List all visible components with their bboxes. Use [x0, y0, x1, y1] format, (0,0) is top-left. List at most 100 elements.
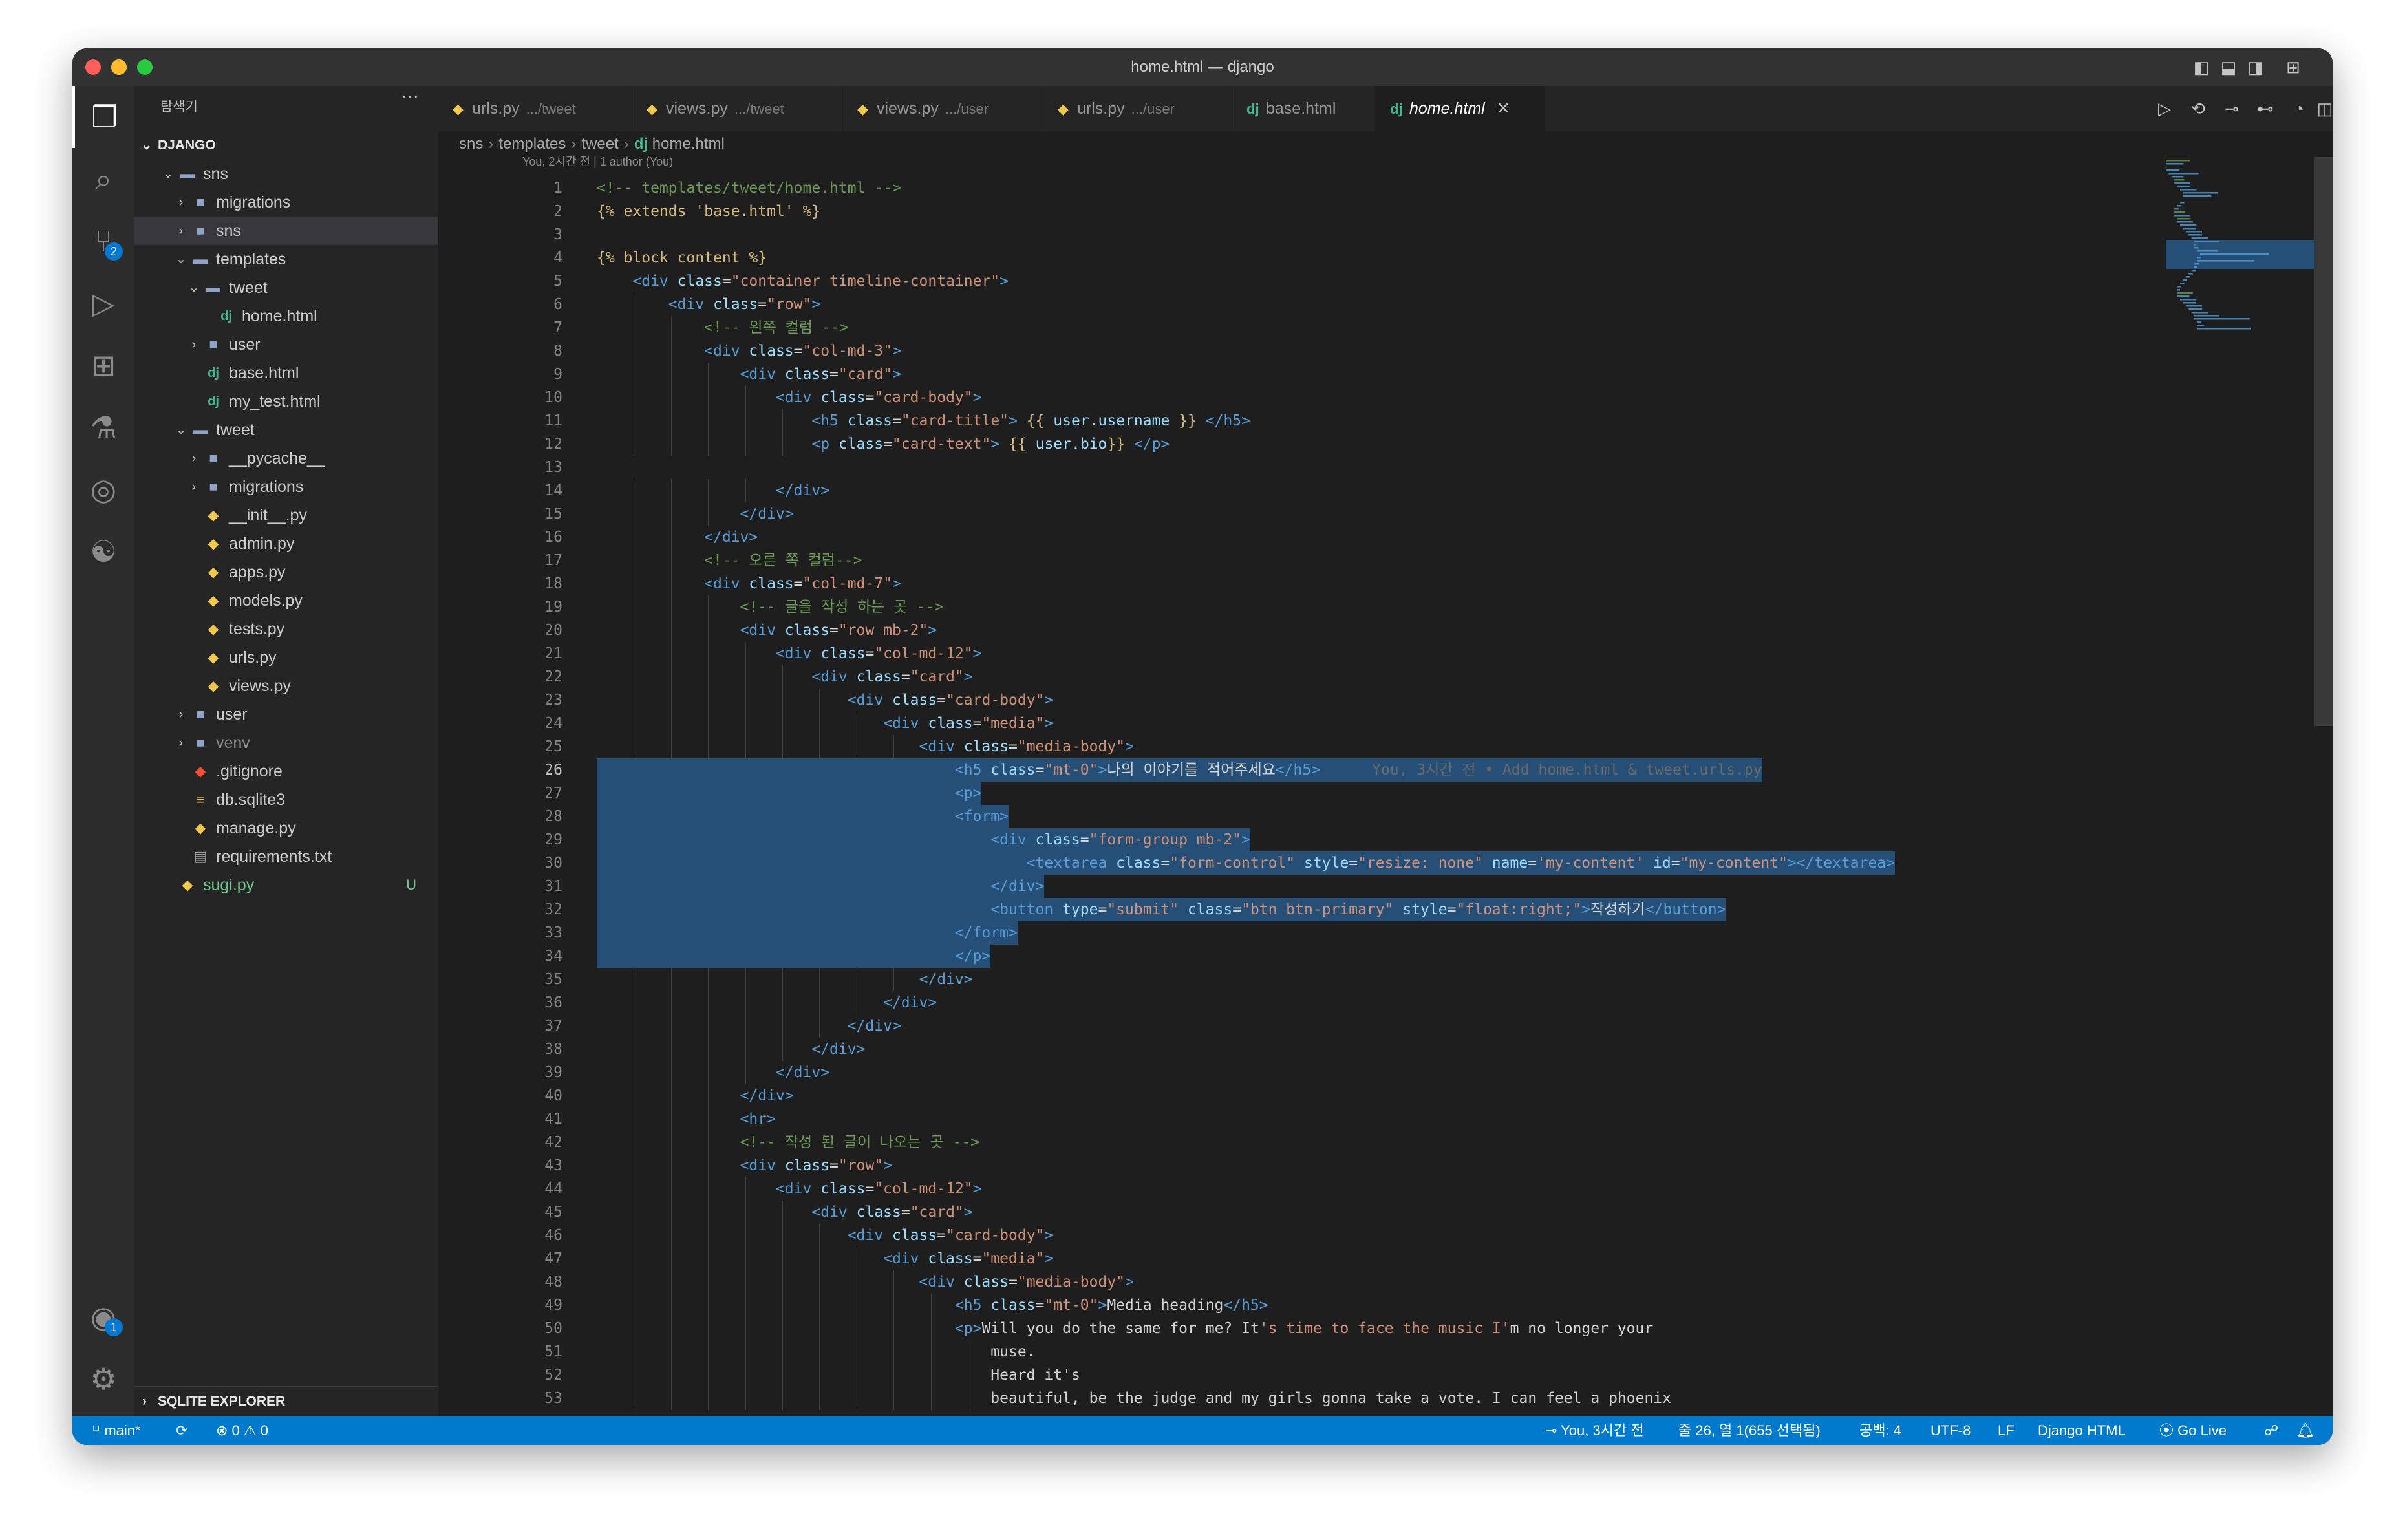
- notifications-bell-icon[interactable]: 🔔︎: [2296, 1416, 2314, 1445]
- branch-status[interactable]: ⑂ main*: [92, 1416, 141, 1445]
- indentation-status[interactable]: 공백: 4: [1859, 1416, 1901, 1445]
- code-line[interactable]: 33 </form>: [438, 921, 2242, 945]
- code-line[interactable]: 9 <div class="card">: [438, 363, 2242, 386]
- editor-tab[interactable]: dj base.html: [1232, 86, 1376, 131]
- run-icon[interactable]: ▷: [2153, 99, 2176, 118]
- run-debug-icon[interactable]: ▷: [72, 272, 134, 334]
- code-line[interactable]: 3: [438, 223, 2242, 246]
- tree-item[interactable]: ◆ manage.py: [134, 814, 438, 842]
- breadcrumb-item[interactable]: sns: [459, 135, 483, 153]
- tree-item[interactable]: › ■ migrations: [134, 188, 438, 217]
- code-line[interactable]: 21 <div class="col-md-12">: [438, 642, 2242, 665]
- chevron-right-icon[interactable]: ›: [175, 188, 187, 217]
- tree-item[interactable]: ⌄ ▬ sns: [134, 160, 438, 188]
- code-line[interactable]: 10 <div class="card-body">: [438, 386, 2242, 409]
- code-line[interactable]: 12 <p class="card-text"> {{ user.bio}} <…: [438, 433, 2242, 456]
- code-line[interactable]: 52 Heard it's: [438, 1364, 2242, 1387]
- tree-item[interactable]: ≡ db.sqlite3: [134, 786, 438, 814]
- code-line[interactable]: 50 <p>Will you do the same for me? It's …: [438, 1317, 2242, 1340]
- tree-item[interactable]: › ■ sns: [134, 217, 438, 245]
- editor-tab[interactable]: dj home.html ✕: [1376, 86, 1545, 131]
- code-line[interactable]: 27 <p>: [438, 782, 2242, 805]
- code-line[interactable]: 26 <h5 class="mt-0">나의 이야기를 적어주세요</h5> Yo…: [438, 758, 2242, 782]
- open-changes-icon[interactable]: ⟲: [2186, 99, 2210, 118]
- eol-status[interactable]: LF: [1998, 1416, 2015, 1445]
- code-line[interactable]: 28 <form>: [438, 805, 2242, 828]
- sync-icon[interactable]: ⟳: [176, 1416, 187, 1445]
- code-line[interactable]: 37 </div>: [438, 1014, 2242, 1038]
- toggle-sidebar-icon[interactable]: ◧: [2192, 58, 2211, 77]
- code-line[interactable]: 2 {% extends 'base.html' %}: [438, 200, 2242, 223]
- code-line[interactable]: 22 <div class="card">: [438, 665, 2242, 689]
- editor-tab[interactable]: ◆ urls.py .../tweet: [438, 86, 632, 131]
- code-line[interactable]: 5 <div class="container timeline-contain…: [438, 270, 2242, 293]
- tree-item[interactable]: › ■ __pycache__: [134, 444, 438, 473]
- code-line[interactable]: 24 <div class="media">: [438, 712, 2242, 735]
- code-line[interactable]: 23 <div class="card-body">: [438, 689, 2242, 712]
- toggle-panel-icon[interactable]: ⬓: [2219, 58, 2238, 77]
- toggle-secondary-sidebar-icon[interactable]: ◨: [2246, 58, 2265, 77]
- code-line[interactable]: 11 <h5 class="card-title"> {{ user.usern…: [438, 409, 2242, 433]
- tree-item[interactable]: › ■ user: [134, 700, 438, 729]
- tree-item[interactable]: ◆ .gitignore: [134, 757, 438, 786]
- code-line[interactable]: 38 </div>: [438, 1038, 2242, 1061]
- code-line[interactable]: 14 </div>: [438, 479, 2242, 502]
- code-line[interactable]: 1 <!-- templates/tweet/home.html -->: [438, 176, 2242, 200]
- tree-item[interactable]: ◆ tests.py: [134, 615, 438, 643]
- chevron-right-icon[interactable]: ›: [187, 444, 200, 473]
- tree-item[interactable]: ◆ urls.py: [134, 643, 438, 672]
- tree-item[interactable]: ◆ admin.py: [134, 529, 438, 558]
- breadcrumb-item[interactable]: templates: [498, 135, 566, 153]
- code-line[interactable]: 30 <textarea class="form-control" style=…: [438, 851, 2242, 875]
- minimap[interactable]: [2166, 157, 2314, 545]
- scrollbar-thumb[interactable]: [2314, 157, 2333, 726]
- chevron-right-icon[interactable]: ›: [175, 700, 187, 729]
- code-line[interactable]: 46 <div class="card-body">: [438, 1224, 2242, 1247]
- tree-item[interactable]: ◆ models.py: [134, 586, 438, 615]
- editor-tab[interactable]: ◆ views.py .../user: [843, 86, 1043, 131]
- code-line[interactable]: 4 {% block content %}: [438, 246, 2242, 270]
- next-change-icon[interactable]: ⊷: [2254, 99, 2277, 118]
- chevron-right-icon[interactable]: ›: [187, 330, 200, 359]
- tree-item[interactable]: ⌄ ▬ templates: [134, 245, 438, 273]
- git-graph-icon[interactable]: ◎: [72, 458, 134, 520]
- tree-item[interactable]: dj my_test.html: [134, 387, 438, 416]
- tree-item[interactable]: › ■ migrations: [134, 473, 438, 501]
- editor-tab[interactable]: ◆ urls.py .../user: [1043, 86, 1232, 131]
- encoding-status[interactable]: UTF-8: [1930, 1416, 1971, 1445]
- tree-item[interactable]: ◆ __init__.py: [134, 501, 438, 529]
- code-line[interactable]: 13: [438, 456, 2242, 479]
- cursor-position[interactable]: 줄 26, 열 1(655 선택됨): [1678, 1416, 1821, 1445]
- explorer-icon[interactable]: ❐: [72, 86, 134, 148]
- breadcrumb-item[interactable]: tweet: [581, 135, 618, 153]
- breadcrumb-item[interactable]: home.html: [652, 135, 725, 153]
- code-line[interactable]: 34 </p>: [438, 945, 2242, 968]
- code-line[interactable]: 47 <div class="media">: [438, 1247, 2242, 1270]
- tree-item[interactable]: ◆ apps.py: [134, 558, 438, 586]
- code-line[interactable]: 39 </div>: [438, 1061, 2242, 1084]
- chevron-right-icon[interactable]: ›: [187, 473, 200, 501]
- code-line[interactable]: 16 </div>: [438, 526, 2242, 549]
- tree-item[interactable]: › ■ user: [134, 330, 438, 359]
- testing-icon[interactable]: ⚗: [72, 396, 134, 458]
- code-line[interactable]: 48 <div class="media-body">: [438, 1270, 2242, 1294]
- tree-item[interactable]: dj home.html: [134, 302, 438, 330]
- source-control-icon[interactable]: ⑂ 2: [72, 210, 134, 272]
- workspace-section-header[interactable]: ⌄ DJANGO: [134, 133, 438, 158]
- more-actions-icon[interactable]: ···: [401, 86, 419, 107]
- settings-gear-icon[interactable]: ⚙: [72, 1348, 134, 1410]
- tree-item[interactable]: ◆ views.py: [134, 672, 438, 700]
- customize-layout-icon[interactable]: ⊞: [2283, 58, 2303, 77]
- blame-status[interactable]: ⊸ You, 3시간 전: [1545, 1416, 1644, 1445]
- code-line[interactable]: 19 <!-- 글을 작성 하는 곳 -->: [438, 595, 2242, 619]
- problems-status[interactable]: ⊗ 0 ⚠ 0: [216, 1416, 268, 1445]
- tree-item[interactable]: › ■ venv: [134, 729, 438, 757]
- code-line[interactable]: 42 <!-- 작성 된 글이 나오는 곳 -->: [438, 1131, 2242, 1154]
- code-line[interactable]: 6 <div class="row">: [438, 293, 2242, 316]
- chevron-right-icon[interactable]: ›: [175, 729, 187, 757]
- code-line[interactable]: 18 <div class="col-md-7">: [438, 572, 2242, 595]
- accounts-icon[interactable]: ◉ 1: [72, 1286, 134, 1348]
- chevron-down-icon[interactable]: ⌄: [175, 416, 187, 444]
- code-line[interactable]: 49 <h5 class="mt-0">Media heading</h5>: [438, 1294, 2242, 1317]
- code-line[interactable]: 7 <!-- 왼쪽 컬럼 -->: [438, 316, 2242, 339]
